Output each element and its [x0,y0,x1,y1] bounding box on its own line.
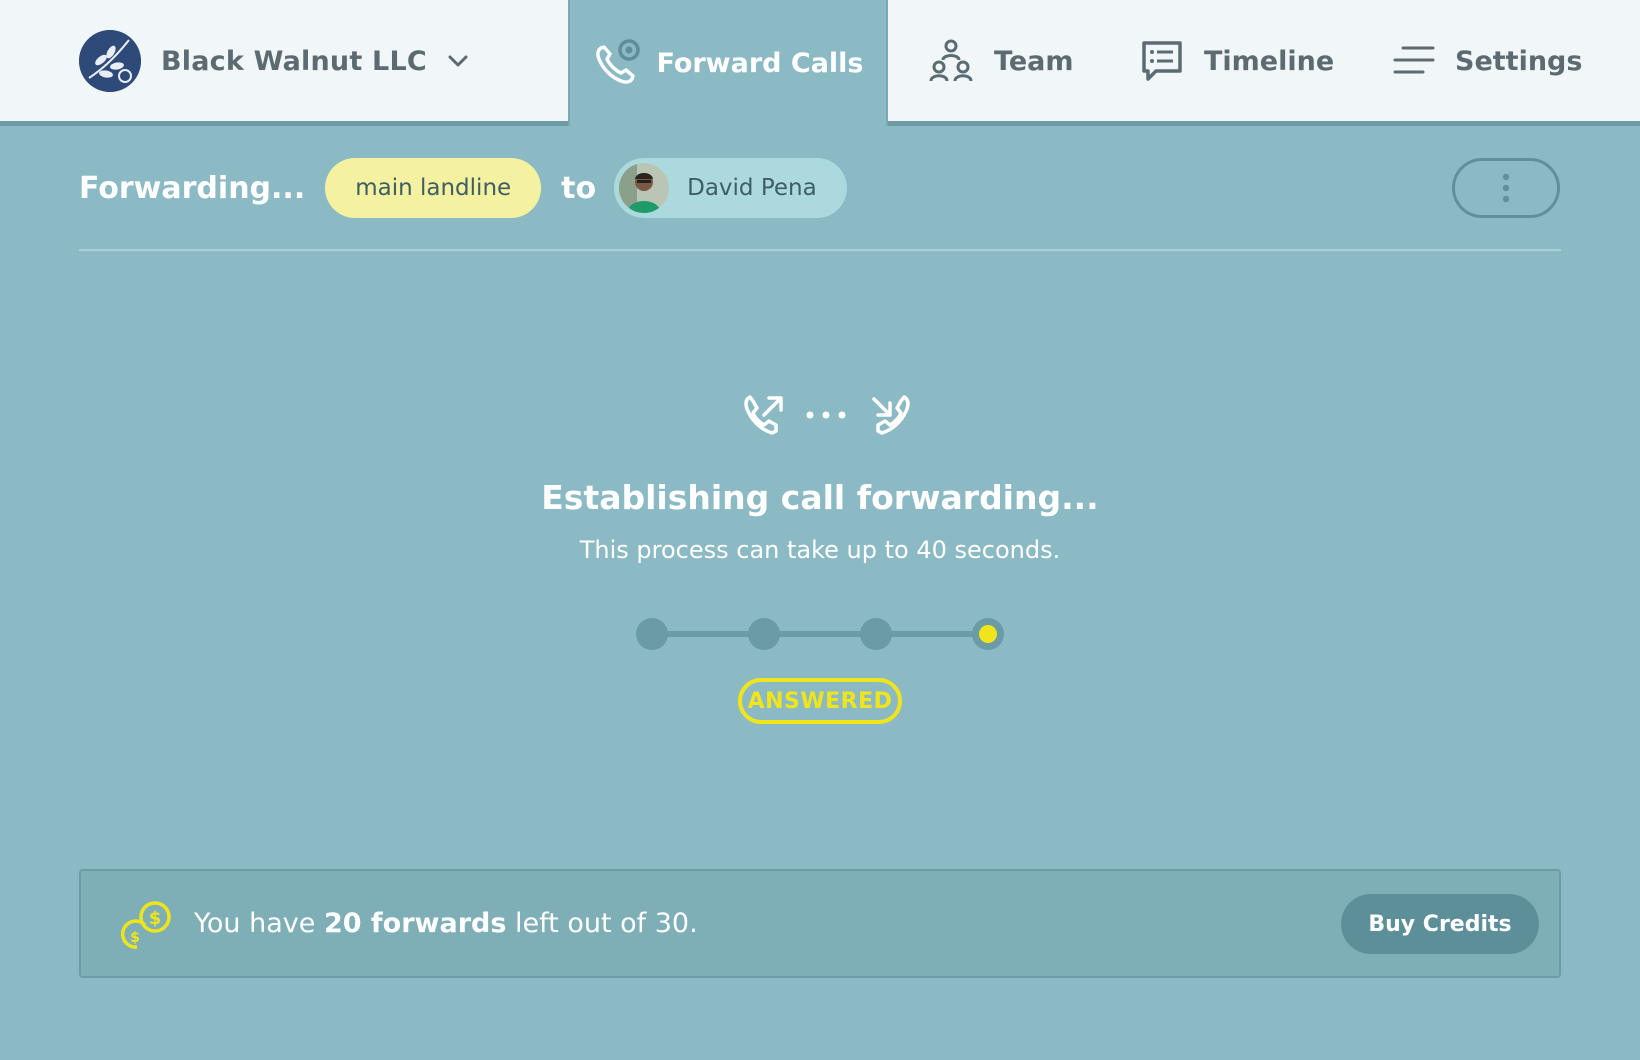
top-nav-bar: Black Walnut LLC Forward Calls Team Time… [0,0,1640,126]
credits-banner: $ $ You have 20 forwards left out of 30.… [79,869,1561,978]
company-logo [79,30,141,92]
tab-forward-calls[interactable]: Forward Calls [568,0,888,126]
phone-forward-icon [596,39,641,84]
vertical-dots-icon [1502,173,1510,203]
company-switcher[interactable]: Black Walnut LLC [79,30,469,92]
credits-prefix: You have [194,908,324,939]
progress-track [652,631,988,637]
menu-lines-icon [1393,46,1435,74]
team-icon [929,39,973,82]
avatar [619,163,670,213]
tab-label: Settings [1455,45,1583,77]
progress-step-1 [636,618,668,650]
tab-label: Timeline [1204,45,1335,77]
status-badge: ANSWERED [738,678,902,724]
chat-list-icon [1142,41,1182,81]
tab-label: Team [994,45,1074,77]
status-title: Establishing call forwarding... [541,478,1099,517]
svg-text:$: $ [149,908,162,929]
svg-text:$: $ [130,930,140,946]
status-subtitle: This process can take up to 40 seconds. [579,536,1061,564]
progress-step-3 [860,618,892,650]
forwarding-summary: Forwarding... main landline to David Pen… [79,158,847,218]
target-name: David Pena [687,175,817,201]
progress-step-2 [748,618,780,650]
company-name: Black Walnut LLC [161,45,427,77]
chevron-down-icon [448,55,468,67]
source-line-pill[interactable]: main landline [325,158,542,218]
tab-team[interactable]: Team [928,30,1074,92]
buy-credits-button[interactable]: Buy Credits [1341,894,1539,954]
coins-icon: $ $ [121,901,171,949]
target-person-pill[interactable]: David Pena [614,158,847,218]
tab-settings[interactable]: Settings [1393,30,1582,92]
credits-message: You have 20 forwards left out of 30. [194,871,698,976]
progress-step-4 [972,618,1004,650]
credits-suffix: left out of 30. [506,908,698,939]
credits-count: 20 forwards [323,908,507,939]
tab-timeline[interactable]: Timeline [1140,30,1334,92]
forwarding-title: Forwarding... [79,170,306,206]
tab-label: Forward Calls [656,47,864,79]
call-forwarding-icon [744,395,910,435]
to-label: to [561,170,597,206]
divider [79,249,1561,251]
more-options-button[interactable] [1452,158,1560,218]
